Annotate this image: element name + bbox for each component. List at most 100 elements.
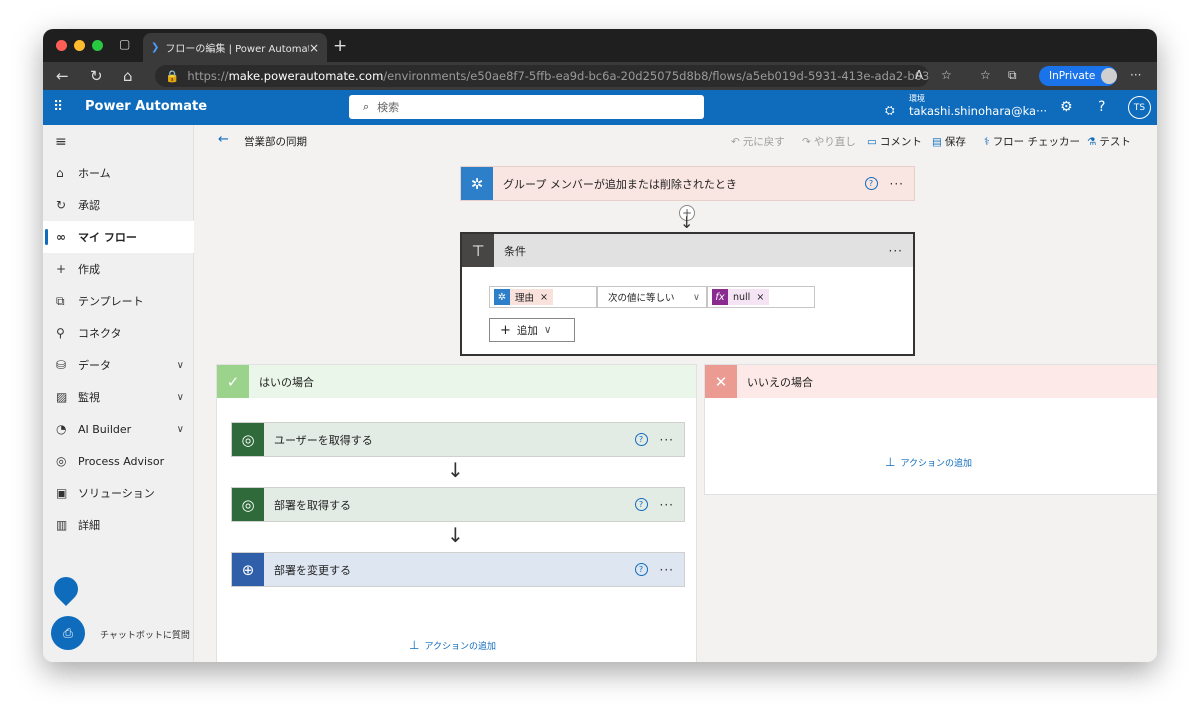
favorites-icon[interactable]: ☆ xyxy=(980,68,991,82)
add-label: 追加 xyxy=(516,324,538,337)
templates-icon: ⧉ xyxy=(56,293,65,308)
add-condition-button[interactable]: + 追加 ∨ xyxy=(489,318,575,342)
refresh-icon[interactable]: ↻ xyxy=(90,67,103,85)
condition-operator-select[interactable]: 次の値に等しい ∨ xyxy=(597,286,707,308)
favorite-add-icon[interactable]: ☆ xyxy=(941,68,952,82)
condition-header[interactable]: ⊤ 条件 ··· xyxy=(462,234,913,267)
close-window-button[interactable] xyxy=(56,40,67,51)
add-action-label: アクションの追加 xyxy=(900,458,973,469)
approvals-icon: ↻ xyxy=(56,198,67,212)
globe-icon: ⊕ xyxy=(232,553,264,586)
help-icon[interactable]: ? xyxy=(1098,99,1105,115)
trigger-card[interactable]: ✲ グループ メンバーが追加または削除されたとき ? ··· xyxy=(460,166,915,201)
sidebar-item-process-advisor[interactable]: ◎ Process Advisor xyxy=(43,445,194,477)
comment-icon: ▭ xyxy=(867,136,877,148)
connectors-icon: ⚲ xyxy=(56,326,65,340)
more-options-icon[interactable]: ··· xyxy=(889,244,903,258)
condition-card[interactable]: ⊤ 条件 ··· ✲ 理由 × 次の値に等しい ∨ fx null × + 追加… xyxy=(460,232,915,356)
help-icon[interactable]: ? xyxy=(634,498,648,511)
chevron-down-icon: ∨ xyxy=(176,359,184,371)
browser-menu-icon[interactable]: ··· xyxy=(1130,68,1141,82)
sidebar-item-solutions[interactable]: ▣ ソリューション xyxy=(43,477,194,509)
read-aloud-icon[interactable]: A xyxy=(915,68,923,82)
undo-button[interactable]: ↶ 元に戻す xyxy=(731,134,785,149)
more-options-icon[interactable]: ··· xyxy=(660,498,674,512)
app-header: ⠿ Power Automate ⌕ 検索 ⛭ 環境 takashi.shino… xyxy=(43,90,1157,125)
help-icon[interactable]: ? xyxy=(634,433,648,446)
new-tab-button[interactable]: + xyxy=(333,36,347,56)
null-token[interactable]: fx null × xyxy=(712,289,770,305)
browser-tab[interactable]: ❯ フローの編集 | Power Automate × xyxy=(143,33,327,62)
flows-icon: ∞ xyxy=(56,230,66,244)
action-card-get-department[interactable]: ◎ 部署を取得する ? ··· xyxy=(231,487,685,522)
action-card-get-user[interactable]: ◎ ユーザーを取得する ? ··· xyxy=(231,422,685,457)
search-placeholder: 検索 xyxy=(377,101,400,114)
yes-branch-header[interactable]: ✓ はいの場合 xyxy=(217,365,696,398)
condition-title: 条件 xyxy=(504,244,526,258)
yes-add-action-button[interactable]: ⊥ アクションの追加 xyxy=(409,638,496,652)
minimize-window-button[interactable] xyxy=(74,40,85,51)
remove-token-icon[interactable]: × xyxy=(540,292,548,303)
inprivate-badge[interactable]: InPrivate xyxy=(1039,66,1117,86)
back-arrow-icon[interactable]: ← xyxy=(218,132,229,147)
app-launcher-icon[interactable]: ⠿ xyxy=(53,99,63,115)
user-avatar[interactable]: TS xyxy=(1128,96,1151,119)
action-title: 部署を取得する xyxy=(274,498,351,512)
token-label: null xyxy=(733,291,751,303)
sidebar-item-monitor[interactable]: ▨ 監視 ∨ xyxy=(43,381,194,413)
action-card-change-department[interactable]: ⊕ 部署を変更する ? ··· xyxy=(231,552,685,587)
flow-title: 営業部の同期 xyxy=(244,136,307,148)
app-name[interactable]: Power Automate xyxy=(85,99,207,114)
back-icon[interactable]: ← xyxy=(56,67,69,85)
profile-avatar xyxy=(1101,68,1117,84)
close-tab-icon[interactable]: × xyxy=(309,41,319,55)
reason-token[interactable]: ✲ 理由 × xyxy=(494,289,553,305)
more-options-icon[interactable]: ··· xyxy=(890,177,904,191)
save-button[interactable]: ▤ 保存 xyxy=(932,134,966,149)
hamburger-menu-icon[interactable]: ≡ xyxy=(55,134,67,150)
url-field[interactable]: 🔒 https://make.powerautomate.com/environ… xyxy=(155,65,929,87)
no-add-action-button[interactable]: ⊥ アクションの追加 xyxy=(885,455,972,469)
sidebar-item-create[interactable]: + 作成 xyxy=(43,253,194,285)
sidebar-item-templates[interactable]: ⧉ テンプレート xyxy=(43,285,194,317)
connector-arrow-icon: ↓ xyxy=(447,458,464,482)
chatbot-button[interactable]: ⎙ xyxy=(51,616,85,650)
chatbot-icon: ⎙ xyxy=(63,625,73,640)
collections-icon[interactable]: ⧉ xyxy=(1008,68,1017,83)
sidebar-item-approvals[interactable]: ↻ 承認 xyxy=(43,189,194,221)
environment-picker[interactable]: ⛭ 環境 takashi.shinohara@ka··· xyxy=(885,93,1047,118)
inprivate-label: InPrivate xyxy=(1049,70,1096,82)
sidebar-item-connectors[interactable]: ⚲ コネクタ xyxy=(43,317,194,349)
flow-checker-button[interactable]: ⚕ フロー チェッカー xyxy=(984,134,1080,149)
search-input[interactable]: ⌕ 検索 xyxy=(349,95,704,119)
sidebar-item-label: ソリューション xyxy=(78,487,155,500)
more-options-icon[interactable]: ··· xyxy=(660,433,674,447)
maximize-window-button[interactable] xyxy=(92,40,103,51)
redo-button[interactable]: ↷ やり直し xyxy=(802,134,856,149)
condition-icon: ⊤ xyxy=(462,234,494,267)
sidebar-item-home[interactable]: ⌂ ホーム xyxy=(43,157,194,189)
tab-actions-icon[interactable]: ▢ xyxy=(119,37,130,51)
help-icon[interactable]: ? xyxy=(864,177,878,190)
home-icon: ⌂ xyxy=(56,166,64,180)
no-branch-header[interactable]: ✕ いいえの場合 xyxy=(705,365,1157,398)
more-options-icon[interactable]: ··· xyxy=(660,563,674,577)
sidebar-item-data[interactable]: ⛁ データ ∨ xyxy=(43,349,194,381)
sidebar-item-more[interactable]: ▥ 詳細 xyxy=(43,509,194,541)
chatbot-notification-icon[interactable] xyxy=(49,572,83,606)
sidebar-item-ai-builder[interactable]: ◔ AI Builder ∨ xyxy=(43,413,194,445)
remove-token-icon[interactable]: × xyxy=(756,292,764,303)
comment-button[interactable]: ▭ コメント xyxy=(867,134,922,149)
condition-right-operand[interactable]: fx null × xyxy=(707,286,815,308)
sidebar-item-label: 承認 xyxy=(78,199,100,212)
home-icon[interactable]: ⌂ xyxy=(123,67,133,85)
operator-value: 次の値に等しい xyxy=(608,293,675,304)
condition-left-operand[interactable]: ✲ 理由 × xyxy=(489,286,597,308)
help-icon[interactable]: ? xyxy=(634,563,648,576)
settings-icon[interactable]: ⚙ xyxy=(1060,99,1073,115)
chatbot-label[interactable]: チャットボットに質問 xyxy=(100,628,190,641)
test-button[interactable]: ⚗ テスト xyxy=(1087,134,1131,149)
no-branch: ✕ いいえの場合 ⊥ アクションの追加 xyxy=(704,364,1157,495)
sidebar-item-my-flows[interactable]: ∞ マイ フロー xyxy=(43,221,194,253)
office365-groups-icon: ✲ xyxy=(461,167,493,200)
